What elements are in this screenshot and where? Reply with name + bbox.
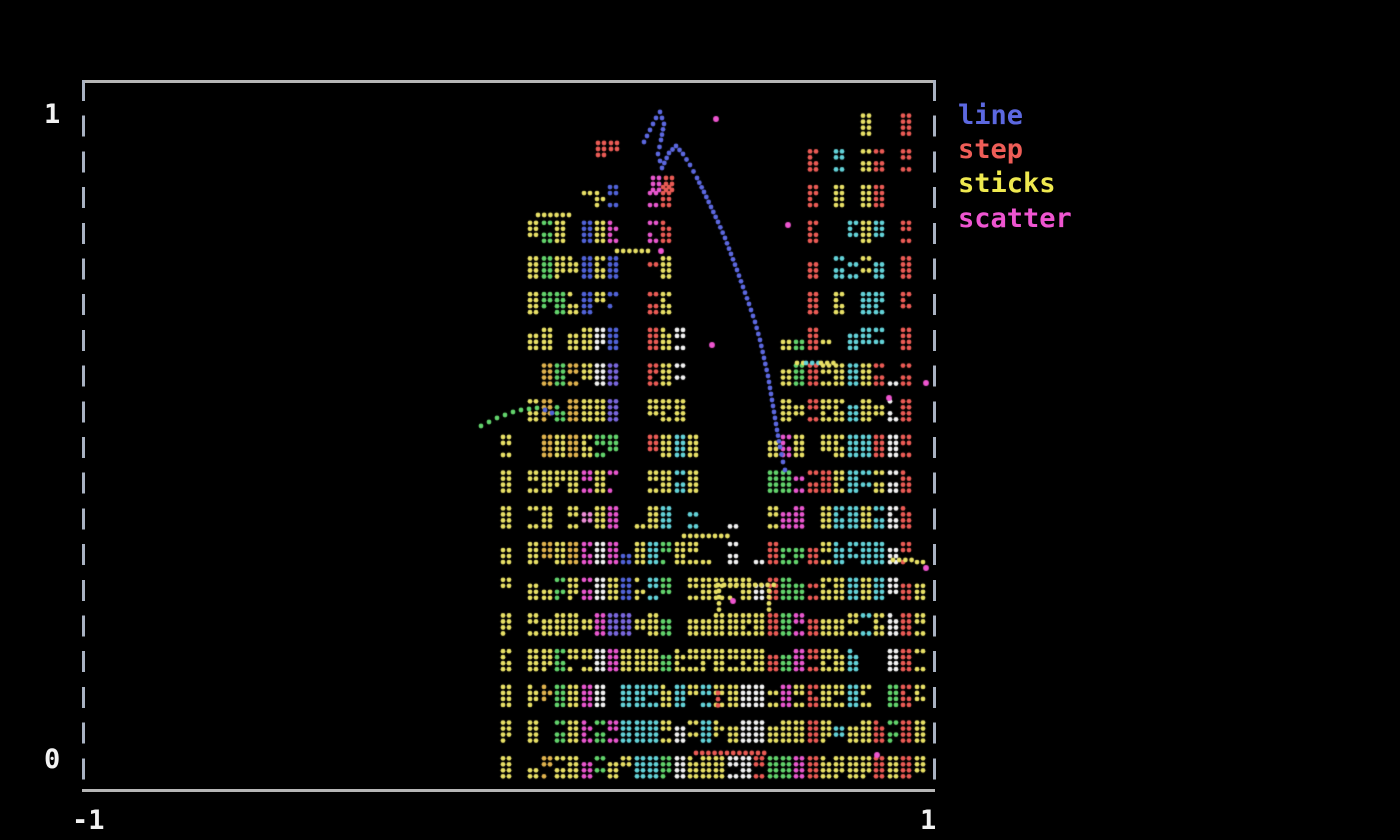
legend-item-scatter: scatter [958, 202, 1072, 236]
plot-area [82, 80, 935, 792]
legend: line step sticks scatter [958, 99, 1072, 236]
plot-border-left [82, 80, 85, 792]
legend-item-step: step [958, 133, 1072, 167]
x-axis-tick-right: 1 [920, 806, 936, 836]
y-axis-tick-bottom: 0 [44, 745, 60, 775]
plot-border-right [933, 80, 936, 792]
x-axis-tick-left: -1 [72, 806, 105, 836]
terminal-screen: { "figure": { "background": "#000000", "… [0, 0, 1400, 840]
legend-item-sticks: sticks [958, 167, 1072, 201]
y-axis-tick-top: 1 [44, 100, 60, 130]
legend-item-line: line [958, 99, 1072, 133]
